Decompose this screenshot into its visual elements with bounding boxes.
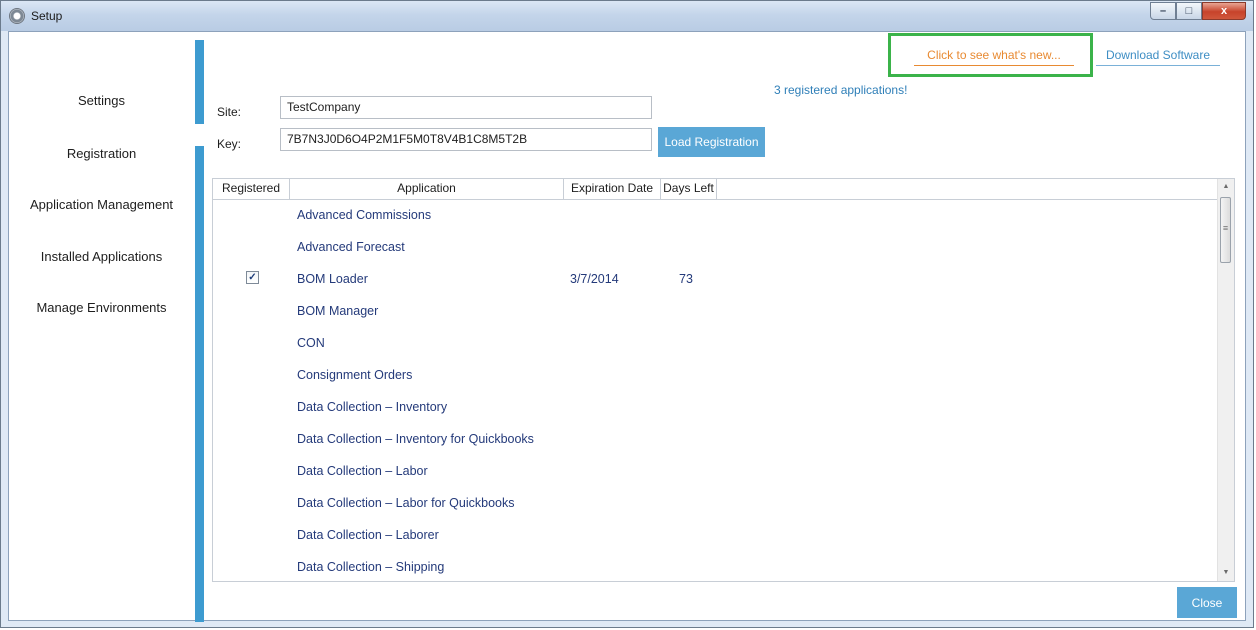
- accent-bar-top: [195, 40, 204, 124]
- application-name: Data Collection – Laborer: [297, 528, 439, 542]
- scroll-up-arrow-icon[interactable]: ▲: [1218, 179, 1234, 195]
- window-controls: – □ x: [1150, 2, 1246, 20]
- expiration-date: 3/7/2014: [570, 272, 619, 286]
- table-row[interactable]: Data Collection – Labor: [213, 456, 1220, 488]
- column-header-application[interactable]: Application: [290, 179, 564, 199]
- table-row[interactable]: Data Collection – Labor for Quickbooks: [213, 488, 1220, 520]
- grid-header: Registered Application Expiration Date D…: [213, 179, 1220, 200]
- table-row[interactable]: Consignment Orders: [213, 360, 1220, 392]
- sidebar-item-installed-applications[interactable]: Installed Applications: [9, 249, 194, 264]
- column-header-days-left[interactable]: Days Left: [661, 179, 717, 199]
- close-window-button[interactable]: x: [1202, 2, 1246, 20]
- window-title: Setup: [31, 9, 63, 23]
- table-row[interactable]: Data Collection – Inventory: [213, 392, 1220, 424]
- application-name: Data Collection – Labor for Quickbooks: [297, 496, 515, 510]
- settings-gear-icon: [9, 8, 25, 24]
- client-area: Settings Registration Application Manage…: [8, 31, 1246, 622]
- scroll-down-arrow-icon[interactable]: ▼: [1218, 565, 1234, 581]
- setup-window: Setup – □ x Settings Registration Applic…: [0, 0, 1254, 628]
- grip-icon: ≡: [1222, 223, 1229, 233]
- table-row[interactable]: Data Collection – Inventory for Quickboo…: [213, 424, 1220, 456]
- minimize-button[interactable]: –: [1150, 2, 1176, 20]
- key-input[interactable]: 7B7N3J0D6O4P2M1F5M0T8V4B1C8M5T2B: [280, 128, 652, 151]
- application-name: Advanced Commissions: [297, 208, 432, 222]
- sidebar-item-settings[interactable]: Settings: [9, 93, 194, 108]
- applications-grid: Registered Application Expiration Date D…: [212, 178, 1235, 582]
- application-name: Advanced Forecast: [297, 240, 405, 254]
- sidebar-item-manage-environments[interactable]: Manage Environments: [9, 300, 194, 315]
- table-row[interactable]: Advanced Forecast: [213, 232, 1220, 264]
- vertical-scrollbar[interactable]: ▲ ≡ ▼: [1217, 179, 1234, 581]
- application-name: Data Collection – Inventory for Quickboo…: [297, 432, 534, 446]
- application-name: BOM Loader: [297, 272, 368, 286]
- application-name: Data Collection – Labor: [297, 464, 428, 478]
- table-row[interactable]: CON: [213, 328, 1220, 360]
- title-bar[interactable]: Setup – □ x: [1, 1, 1253, 31]
- site-input[interactable]: TestCompany: [280, 96, 652, 119]
- registered-checkbox[interactable]: ✓: [246, 271, 259, 284]
- maximize-button[interactable]: □: [1176, 2, 1202, 20]
- table-row[interactable]: Data Collection – Laborer: [213, 520, 1220, 552]
- table-row[interactable]: ✓ BOM Loader 3/7/2014 73: [213, 264, 1220, 296]
- application-name: Data Collection – Inventory: [297, 400, 448, 414]
- table-row[interactable]: Data Collection – Shipping: [213, 552, 1220, 581]
- table-row[interactable]: BOM Manager: [213, 296, 1220, 328]
- sidebar-nav: Settings Registration Application Manage…: [9, 32, 194, 620]
- scrollbar-thumb[interactable]: ≡: [1220, 197, 1231, 263]
- download-software-link[interactable]: Download Software: [1096, 48, 1220, 66]
- close-button[interactable]: Close: [1177, 587, 1237, 618]
- sidebar-item-application-management[interactable]: Application Management: [9, 197, 194, 212]
- key-label: Key:: [217, 137, 242, 151]
- table-row[interactable]: Advanced Commissions: [213, 200, 1220, 232]
- application-name: BOM Manager: [297, 304, 379, 318]
- site-label: Site:: [217, 105, 242, 119]
- column-header-registered[interactable]: Registered: [213, 179, 290, 199]
- application-name: CON: [297, 336, 325, 350]
- accent-bar-bottom: [195, 146, 204, 622]
- registered-count-text: 3 registered applications!: [774, 83, 908, 97]
- load-registration-button[interactable]: Load Registration: [658, 127, 765, 157]
- whats-new-link[interactable]: Click to see what's new...: [914, 48, 1074, 66]
- days-left: 73: [679, 272, 693, 286]
- application-name: Data Collection – Shipping: [297, 560, 445, 574]
- column-header-expiration-date[interactable]: Expiration Date: [564, 179, 661, 199]
- application-name: Consignment Orders: [297, 368, 413, 382]
- sidebar-item-registration[interactable]: Registration: [9, 146, 194, 161]
